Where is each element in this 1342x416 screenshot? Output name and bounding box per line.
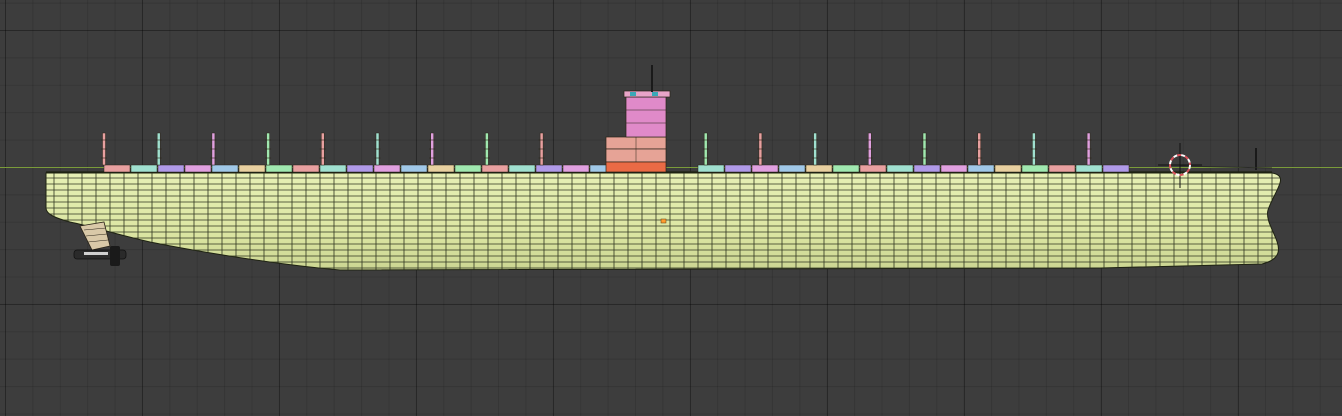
lashing-post [976,132,983,166]
bow-rail [1179,165,1273,169]
container-block [400,164,428,173]
container-block [778,164,806,173]
lashing-post [866,132,873,166]
lashing-post [702,132,709,166]
ship-model[interactable] [0,0,1342,416]
object-origin-marker[interactable] [660,218,667,224]
lashing-post [757,132,764,166]
container-block [913,164,941,173]
lashing-post [319,132,326,166]
container-block [427,164,455,173]
container-block [157,164,185,173]
bridge-superstructure[interactable] [605,65,671,173]
container-block [724,164,752,173]
lashing-post [1085,132,1092,166]
container-block [1021,164,1049,173]
container-block [535,164,563,173]
lashing-post [812,132,819,166]
container-block [994,164,1022,173]
container-block [1102,164,1130,173]
container-block [1075,164,1103,173]
container-block [562,164,590,173]
3d-viewport[interactable] [0,0,1342,416]
lashing-post [921,132,928,166]
propeller[interactable] [73,246,127,266]
container-block [292,164,320,173]
container-block [103,164,131,173]
lashing-post [210,132,217,166]
lashing-post [101,132,107,166]
container-block [238,164,266,173]
container-block [940,164,968,173]
lashing-post [374,132,381,166]
container-block [1048,164,1076,173]
container-block [319,164,347,173]
container-block [481,164,509,173]
container-block [508,164,536,173]
container-block [130,164,158,173]
lashing-post [429,132,436,166]
container-block [373,164,401,173]
container-block [697,164,725,173]
container-block [184,164,212,173]
container-block [859,164,887,173]
container-block [886,164,914,173]
lashing-post [265,132,272,166]
lashing-post [155,132,162,166]
container-block [967,164,995,173]
lashing-post [538,132,545,166]
container-block [346,164,374,173]
container-block [265,164,293,173]
container-block [454,164,482,173]
lashing-post [483,132,490,166]
lashing-post [1030,132,1037,166]
container-block [211,164,239,173]
container-block [751,164,779,173]
container-block [832,164,860,173]
container-block [805,164,833,173]
